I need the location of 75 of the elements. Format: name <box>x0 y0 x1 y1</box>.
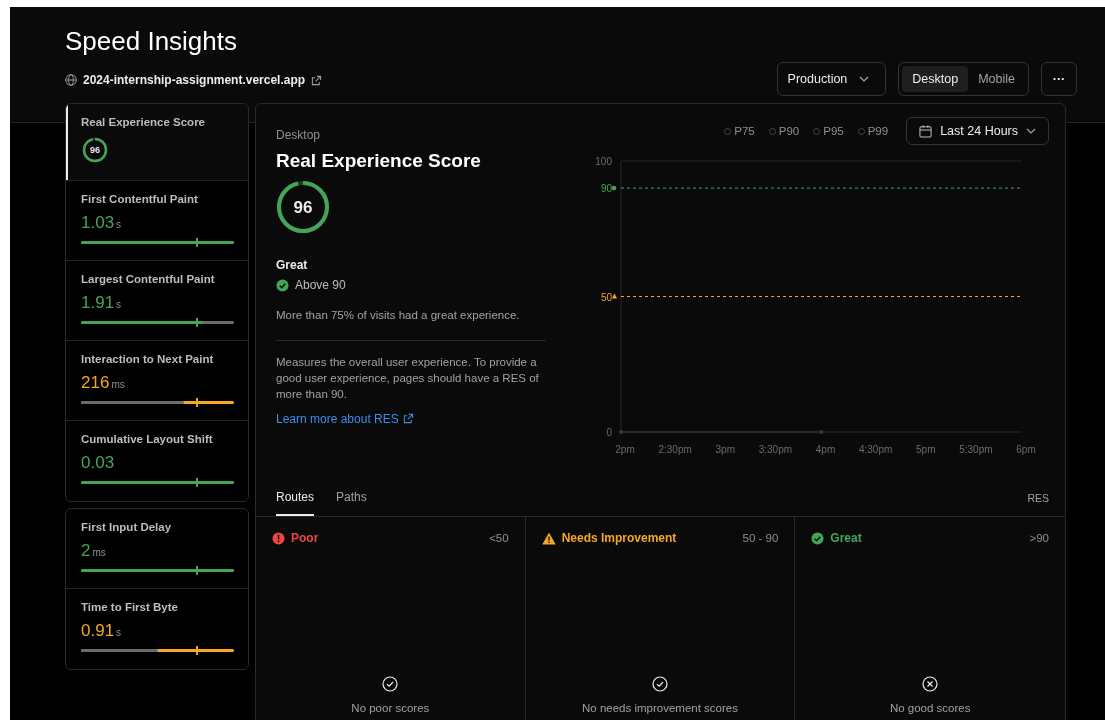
y-tick-label: 0 <box>606 427 612 438</box>
y-tick-label: 90 <box>600 183 612 195</box>
x-tick-label: 3:30pm <box>758 444 793 455</box>
device-label: Desktop <box>276 128 322 142</box>
metric-item[interactable]: First Contentful Paint 1.03s <box>66 181 248 261</box>
site-link[interactable]: 2024-internship-assignment.vercel.app <box>83 73 306 87</box>
cross-circle-icon <box>922 676 939 692</box>
date-range-dropdown[interactable]: Last 24 Hours <box>906 117 1049 145</box>
metric-value: 1.91s <box>81 293 123 313</box>
metric-item[interactable]: Largest Contentful Paint 1.91s <box>66 261 248 341</box>
metric-value: 0.03 <box>81 453 116 473</box>
bucket-range: >90 <box>1029 532 1049 544</box>
external-link-icon <box>402 413 414 424</box>
page-title: Speed Insights <box>65 26 238 57</box>
percentile-toggle[interactable]: P90 <box>768 125 800 137</box>
warning-icon <box>541 531 556 545</box>
metric-value: 1.03s <box>81 213 123 233</box>
bucket-label: Great <box>830 531 862 545</box>
chevron-down-icon <box>859 76 870 82</box>
percentile-toggle[interactable]: P95 <box>813 125 844 137</box>
score-ring: 96 <box>276 180 330 234</box>
threshold-marker-icon <box>611 185 617 191</box>
x-tick-label: 2pm <box>615 444 635 455</box>
percentile-toggle[interactable]: P75 <box>724 125 755 137</box>
metric-item[interactable]: First Input Delay 2 ms <box>66 509 248 589</box>
empty-state-text: No good scores <box>889 702 971 714</box>
device-option[interactable]: Desktop <box>902 66 969 92</box>
threshold-text: Above 90 <box>295 278 346 292</box>
bucket-label: Needs Improvement <box>561 531 677 545</box>
tab[interactable]: Routes <box>276 490 315 516</box>
panel-title: Real Experience Score <box>276 150 482 172</box>
alert-icon <box>272 531 285 545</box>
check-circle-icon <box>652 676 668 692</box>
score-ring: 96 <box>81 136 109 164</box>
summary-text: More than 75% of visits had a great experience. <box>276 308 546 341</box>
empty-state-text: No poor scores <box>351 702 430 714</box>
y-tick-label: 50 <box>600 291 612 303</box>
x-tick-label: 3pm <box>715 444 735 455</box>
x-tick-label: 5pm <box>916 444 936 455</box>
x-tick-label: 6pm <box>1016 444 1036 455</box>
x-tick-label: 4:30pm <box>858 444 893 455</box>
calendar-icon <box>919 124 933 138</box>
metric-value: 2 ms <box>81 541 107 561</box>
learn-more-link[interactable]: Learn more about RES <box>276 411 414 426</box>
metric-item[interactable]: Cumulative Layout Shift 0.03 <box>66 421 248 501</box>
data-point <box>819 430 824 434</box>
external-link-icon <box>311 74 323 86</box>
rating-label: Great <box>276 258 309 272</box>
check-icon <box>276 278 289 292</box>
data-point <box>619 430 623 434</box>
empty-state-text: No needs improvement scores <box>582 702 738 714</box>
x-tick-label: 2:30pm <box>658 444 692 455</box>
y-tick-label: 100 <box>595 156 612 167</box>
tab[interactable]: Paths <box>336 490 367 516</box>
threshold-marker-icon <box>612 293 617 299</box>
chevron-down-icon <box>1026 128 1036 134</box>
bucket-range: 50 - 90 <box>742 532 779 544</box>
description-text: Measures the overall user experience. To provide a good user experience, pages should have a RES of more than 90. <box>276 354 540 402</box>
column-label: RES <box>1027 492 1049 506</box>
bucket-range: <50 <box>489 532 509 544</box>
device-option[interactable]: Mobile <box>968 66 1025 92</box>
check-icon <box>811 531 825 545</box>
globe-icon <box>65 74 77 86</box>
metric-item[interactable]: Interaction to Next Paint 216 ms <box>66 341 248 421</box>
metric-item[interactable]: Time to First Byte 0.91s <box>66 589 248 669</box>
percentile-toggle[interactable]: P99 <box>857 125 889 137</box>
x-tick-label: 4pm <box>815 444 836 455</box>
bucket-label: Poor <box>291 531 319 545</box>
metric-value: 0.91s <box>81 621 123 641</box>
more-button[interactable]: ··· <box>1041 62 1077 96</box>
metric-item[interactable]: Real Experience Score 96 <box>66 104 248 181</box>
environment-dropdown[interactable]: Production <box>776 62 887 96</box>
x-tick-label: 5:30pm <box>959 444 993 455</box>
check-circle-icon <box>382 676 399 692</box>
metric-value: 216 ms <box>81 373 126 393</box>
